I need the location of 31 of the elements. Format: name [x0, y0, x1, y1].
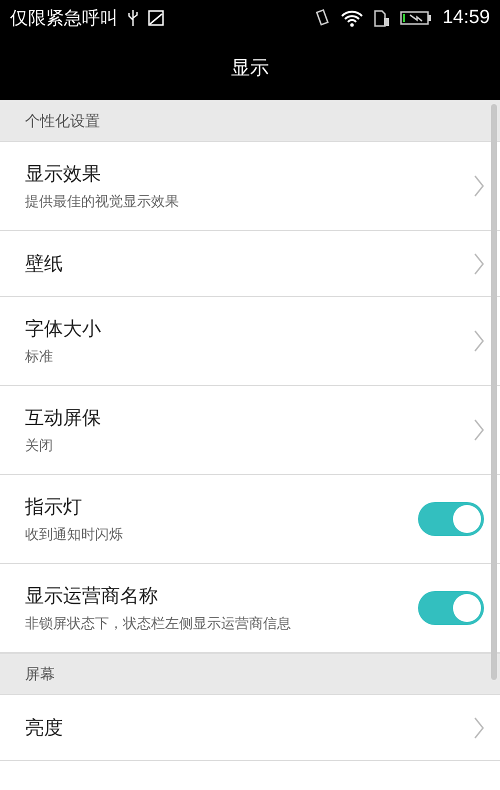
wifi-icon	[340, 9, 364, 27]
chevron-icon	[474, 716, 484, 738]
settings-row[interactable]: 亮度	[0, 695, 500, 761]
carrier-text: 仅限紧急呼叫	[10, 7, 118, 30]
setting-title: 互动屏保	[25, 406, 102, 431]
setting-description: 标准	[25, 348, 54, 366]
setting-description: 提供最佳的视觉显示效果	[25, 193, 180, 211]
setting-description: 非锁屏状态下，状态栏左侧显示运营商信息	[25, 615, 292, 633]
setting-title: 指示灯	[25, 495, 83, 520]
image-icon	[148, 10, 164, 26]
chevron-icon	[474, 419, 484, 441]
section-title: 屏幕	[25, 664, 55, 684]
chevron-icon	[474, 252, 484, 274]
sim-icon	[374, 9, 390, 27]
chevron-icon	[474, 330, 484, 352]
toggle-switch[interactable]	[418, 502, 484, 536]
setting-title: 显示效果	[25, 162, 102, 187]
toggle-switch[interactable]	[418, 591, 484, 625]
setting-description: 收到通知时闪烁	[25, 526, 124, 544]
chevron-icon	[474, 175, 484, 197]
setting-title: 壁纸	[25, 252, 64, 276]
setting-title: 字体大小	[25, 317, 102, 342]
screen-title: 显示	[231, 56, 269, 81]
clock-text: 14:59	[442, 7, 490, 29]
usb-icon	[128, 10, 138, 26]
setting-title: 显示运营商名称	[25, 584, 159, 609]
setting-description: 关闭	[25, 437, 54, 455]
vibrate-icon	[314, 9, 330, 27]
battery-icon	[400, 10, 432, 26]
setting-title: 亮度	[25, 716, 64, 740]
section-title: 个性化设置	[25, 112, 100, 130]
